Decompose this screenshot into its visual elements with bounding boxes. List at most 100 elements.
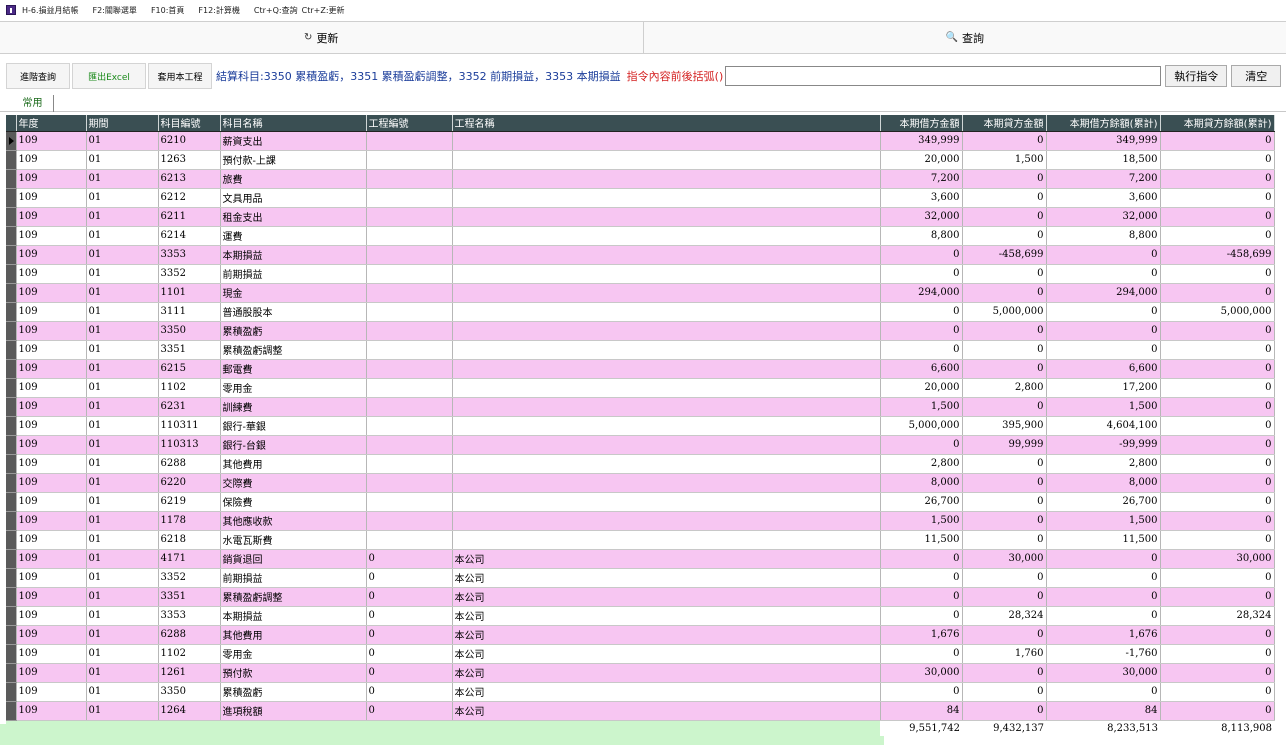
cell-period[interactable]: 01 <box>86 416 159 436</box>
cell-credit-amount[interactable]: 0 <box>962 473 1047 493</box>
cell-account-code[interactable]: 3351 <box>158 587 221 607</box>
cell-credit-amount[interactable]: 1,500 <box>962 150 1047 170</box>
cell-credit-balance[interactable]: 0 <box>1160 568 1275 588</box>
cell-project-code[interactable]: 0 <box>366 549 453 569</box>
cell-account-name[interactable]: 郵電費 <box>220 359 367 379</box>
cell-debit-balance[interactable]: 0 <box>1046 568 1161 588</box>
cell-period[interactable]: 01 <box>86 188 159 208</box>
cell-project-name[interactable]: 本公司 <box>452 568 881 588</box>
row-indicator[interactable] <box>6 587 17 607</box>
cell-debit-balance[interactable]: 0 <box>1046 549 1161 569</box>
table-row[interactable]: 109 01 6210 薪資支出 349,999 0 349,999 0 <box>6 131 1275 151</box>
cell-debit-balance[interactable]: 0 <box>1046 321 1161 341</box>
cell-project-code[interactable] <box>366 302 453 322</box>
cell-project-name[interactable] <box>452 169 881 189</box>
cell-credit-amount[interactable]: 0 <box>962 530 1047 550</box>
cell-account-code[interactable]: 4171 <box>158 549 221 569</box>
cell-debit-balance[interactable]: 6,600 <box>1046 359 1161 379</box>
cell-project-code[interactable] <box>366 226 453 246</box>
cell-account-name[interactable]: 現金 <box>220 283 367 303</box>
cell-account-name[interactable]: 預付款-上課 <box>220 150 367 170</box>
cell-credit-amount[interactable]: 0 <box>962 340 1047 360</box>
table-row[interactable]: 109 01 1261 預付款 0 本公司 30,000 0 30,000 0 <box>6 663 1275 683</box>
cell-account-code[interactable]: 110311 <box>158 416 221 436</box>
cell-debit-amount[interactable]: 0 <box>880 302 963 322</box>
column-header-period[interactable]: 期間 <box>86 115 159 132</box>
table-row[interactable]: 109 01 6218 水電瓦斯費 11,500 0 11,500 0 <box>6 530 1275 550</box>
cell-year[interactable]: 109 <box>16 663 87 683</box>
row-indicator[interactable] <box>6 701 17 721</box>
cell-account-name[interactable]: 本期損益 <box>220 245 367 265</box>
table-row[interactable]: 109 01 1101 現金 294,000 0 294,000 0 <box>6 283 1275 303</box>
cell-credit-amount[interactable]: 0 <box>962 169 1047 189</box>
row-indicator[interactable] <box>6 321 17 341</box>
cell-credit-balance[interactable]: 0 <box>1160 131 1275 151</box>
cell-debit-balance[interactable]: 26,700 <box>1046 492 1161 512</box>
cell-account-name[interactable]: 普通股股本 <box>220 302 367 322</box>
column-header-credit-amount[interactable]: 本期貸方金額 <box>962 115 1047 132</box>
table-row[interactable]: 109 01 1102 零用金 20,000 2,800 17,200 0 <box>6 378 1275 398</box>
cell-debit-balance[interactable]: 3,600 <box>1046 188 1161 208</box>
cell-project-name[interactable] <box>452 188 881 208</box>
cell-project-name[interactable]: 本公司 <box>452 682 881 702</box>
query-button[interactable]: 🔍 查詢 <box>643 22 1286 53</box>
cell-account-code[interactable]: 3353 <box>158 606 221 626</box>
cell-project-name[interactable] <box>452 454 881 474</box>
row-indicator[interactable] <box>6 131 17 151</box>
cell-credit-balance[interactable]: 28,324 <box>1160 606 1275 626</box>
cell-year[interactable]: 109 <box>16 378 87 398</box>
cell-project-name[interactable] <box>452 378 881 398</box>
cell-project-code[interactable] <box>366 416 453 436</box>
cell-credit-amount[interactable]: 0 <box>962 131 1047 151</box>
cell-project-name[interactable] <box>452 207 881 227</box>
cell-credit-amount[interactable]: 2,800 <box>962 378 1047 398</box>
cell-account-name[interactable]: 零用金 <box>220 644 367 664</box>
cell-account-name[interactable]: 交際費 <box>220 473 367 493</box>
row-indicator[interactable] <box>6 416 17 436</box>
cell-credit-balance[interactable]: 0 <box>1160 340 1275 360</box>
cell-year[interactable]: 109 <box>16 625 87 645</box>
cell-project-code[interactable] <box>366 207 453 227</box>
table-row[interactable]: 109 01 6219 保險費 26,700 0 26,700 0 <box>6 492 1275 512</box>
cell-credit-amount[interactable]: 5,000,000 <box>962 302 1047 322</box>
cell-project-code[interactable]: 0 <box>366 701 453 721</box>
cell-account-code[interactable]: 6211 <box>158 207 221 227</box>
cell-project-code[interactable] <box>366 511 453 531</box>
cell-period[interactable]: 01 <box>86 359 159 379</box>
cell-period[interactable]: 01 <box>86 321 159 341</box>
cell-year[interactable]: 109 <box>16 131 87 151</box>
cell-project-name[interactable]: 本公司 <box>452 587 881 607</box>
row-indicator[interactable] <box>6 207 17 227</box>
row-indicator[interactable] <box>6 397 17 417</box>
cell-debit-amount[interactable]: 0 <box>880 340 963 360</box>
cell-debit-amount[interactable]: 20,000 <box>880 150 963 170</box>
cell-account-code[interactable]: 1102 <box>158 378 221 398</box>
row-indicator[interactable] <box>6 568 17 588</box>
cell-debit-balance[interactable]: 8,800 <box>1046 226 1161 246</box>
cell-credit-amount[interactable]: 0 <box>962 587 1047 607</box>
cell-project-code[interactable] <box>366 435 453 455</box>
cell-credit-amount[interactable]: 0 <box>962 188 1047 208</box>
table-row[interactable]: 109 01 3351 累積盈虧調整 0 0 0 0 <box>6 340 1275 360</box>
column-header-debit-balance[interactable]: 本期借方餘額(累計) <box>1046 115 1161 132</box>
table-row[interactable]: 109 01 3111 普通股股本 0 5,000,000 0 5,000,000 <box>6 302 1275 322</box>
table-row[interactable]: 109 01 4171 銷貨退回 0 本公司 0 30,000 0 30,000 <box>6 549 1275 569</box>
cell-project-name[interactable] <box>452 359 881 379</box>
cell-account-code[interactable]: 1261 <box>158 663 221 683</box>
cell-project-code[interactable] <box>366 397 453 417</box>
cell-year[interactable]: 109 <box>16 644 87 664</box>
cell-project-code[interactable] <box>366 454 453 474</box>
cell-account-name[interactable]: 其他應收款 <box>220 511 367 531</box>
cell-year[interactable]: 109 <box>16 283 87 303</box>
row-indicator[interactable] <box>6 492 17 512</box>
cell-credit-amount[interactable]: 0 <box>962 226 1047 246</box>
cell-credit-balance[interactable]: 0 <box>1160 682 1275 702</box>
row-indicator[interactable] <box>6 511 17 531</box>
column-header-credit-balance[interactable]: 本期貸方餘額(累計) <box>1160 115 1275 132</box>
cell-project-name[interactable] <box>452 245 881 265</box>
cell-project-name[interactable] <box>452 340 881 360</box>
cell-period[interactable]: 01 <box>86 245 159 265</box>
cell-credit-balance[interactable]: 0 <box>1160 378 1275 398</box>
cell-account-name[interactable]: 薪資支出 <box>220 131 367 151</box>
cell-debit-balance[interactable]: 32,000 <box>1046 207 1161 227</box>
